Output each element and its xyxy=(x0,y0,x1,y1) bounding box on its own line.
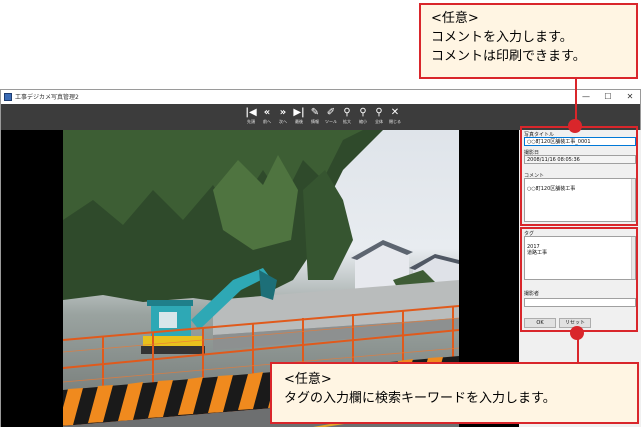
zoom-original-icon: ⚲ xyxy=(359,107,367,118)
callout-bottom-heading: <任意> xyxy=(284,372,332,387)
next-photo-button[interactable]: » 次へ xyxy=(275,106,291,128)
close-icon: ✕ xyxy=(390,107,400,118)
next-icon: » xyxy=(279,107,287,118)
callout-top-line2: コメントは印刷できます。 xyxy=(431,49,586,64)
callout-bottom-line1: タグの入力欄に検索キーワードを入力します。 xyxy=(284,391,556,406)
maximize-button[interactable]: ☐ xyxy=(601,91,615,103)
tag-highlight-box xyxy=(520,227,638,332)
tool-button[interactable]: ✐ ツール xyxy=(323,106,339,128)
close-window-button[interactable]: ✕ xyxy=(623,91,637,103)
prev-icon: « xyxy=(263,107,271,118)
window-title: 工事デジカメ写真管理2 xyxy=(15,94,79,101)
close-viewer-button[interactable]: ✕ 閉じる xyxy=(387,106,403,128)
first-photo-button[interactable]: |◀ 先頭 xyxy=(243,106,259,128)
zoom-fit-button[interactable]: ⚲ 全体 xyxy=(371,106,387,128)
tool-icon: ✐ xyxy=(326,107,336,118)
top-marker-dot xyxy=(568,119,582,133)
last-photo-button[interactable]: ▶| 最後 xyxy=(291,106,307,128)
info-icon: ✎ xyxy=(310,107,320,118)
bottom-marker-dot xyxy=(570,326,584,340)
app-icon xyxy=(4,93,12,101)
title-bar: 工事デジカメ写真管理2 — ☐ ✕ xyxy=(1,90,640,104)
callout-top-heading: <任意> xyxy=(431,11,479,26)
zoom-in-button[interactable]: ⚲ 拡大 xyxy=(339,106,355,128)
zoom-in-icon: ⚲ xyxy=(343,107,351,118)
minimize-button[interactable]: — xyxy=(579,91,593,103)
comment-highlight-box xyxy=(520,126,638,226)
comment-callout: <任意> コメントを入力します。 コメントは印刷できます。 xyxy=(419,3,638,79)
info-button[interactable]: ✎ 情報 xyxy=(307,106,323,128)
last-icon: ▶| xyxy=(293,107,305,118)
zoom-fit-icon: ⚲ xyxy=(375,107,383,118)
prev-photo-button[interactable]: « 前へ xyxy=(259,106,275,128)
zoom-original-button[interactable]: ⚲ 縮小 xyxy=(355,106,371,128)
tag-callout: <任意> タグの入力欄に検索キーワードを入力します。 xyxy=(270,362,639,424)
first-icon: |◀ xyxy=(245,107,257,118)
callout-top-line1: コメントを入力します。 xyxy=(431,30,573,45)
